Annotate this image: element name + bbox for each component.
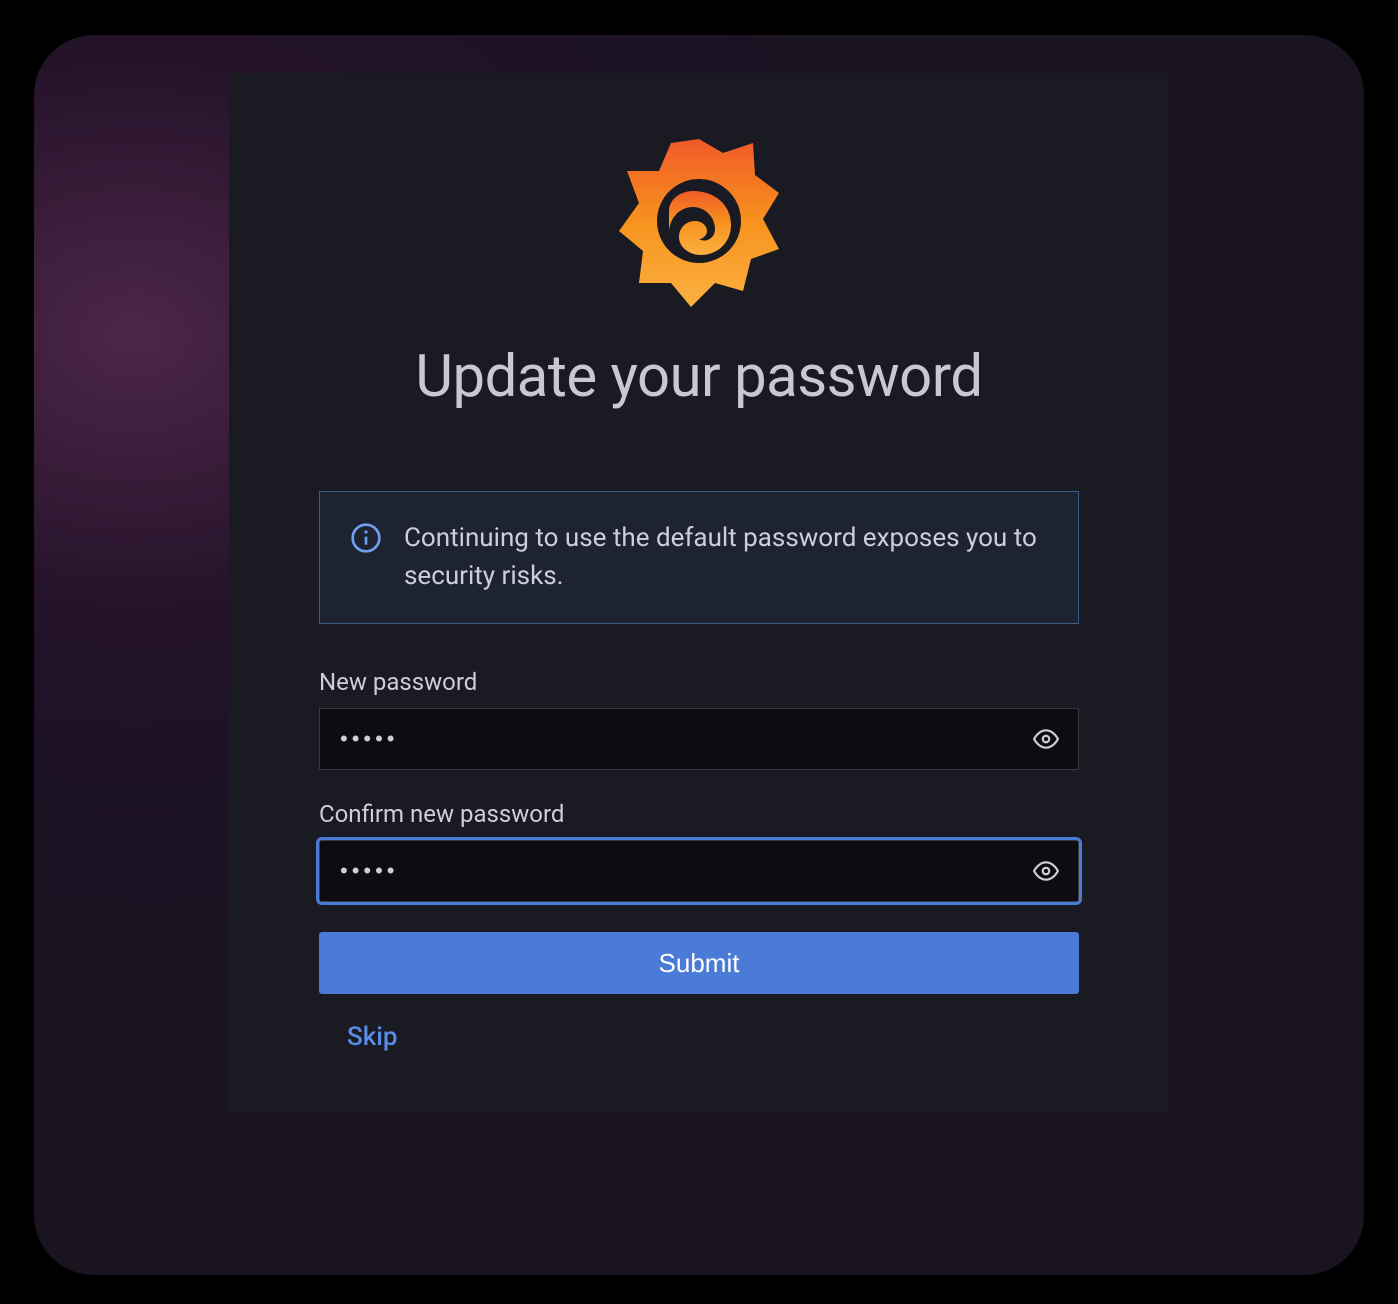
grafana-logo-icon — [599, 123, 799, 323]
confirm-password-label: Confirm new password — [319, 800, 1079, 828]
toggle-new-password-visibility-button[interactable] — [1027, 720, 1065, 758]
confirm-password-input[interactable] — [319, 840, 1079, 902]
toggle-confirm-password-visibility-button[interactable] — [1027, 852, 1065, 890]
eye-icon — [1033, 858, 1059, 884]
app-window: Update your password Continuing to use t… — [34, 35, 1364, 1275]
confirm-password-wrap — [319, 840, 1079, 902]
new-password-wrap — [319, 708, 1079, 770]
info-icon — [350, 522, 382, 554]
password-form: New password Confirm new password — [319, 668, 1079, 1052]
new-password-label: New password — [319, 668, 1079, 696]
eye-icon — [1033, 726, 1059, 752]
new-password-input[interactable] — [319, 708, 1079, 770]
skip-link[interactable]: Skip — [347, 1022, 398, 1052]
submit-button[interactable]: Submit — [319, 932, 1079, 994]
info-banner: Continuing to use the default password e… — [319, 491, 1079, 624]
page-title: Update your password — [415, 343, 982, 411]
info-text: Continuing to use the default password e… — [404, 520, 1048, 595]
update-password-card: Update your password Continuing to use t… — [229, 73, 1169, 1112]
